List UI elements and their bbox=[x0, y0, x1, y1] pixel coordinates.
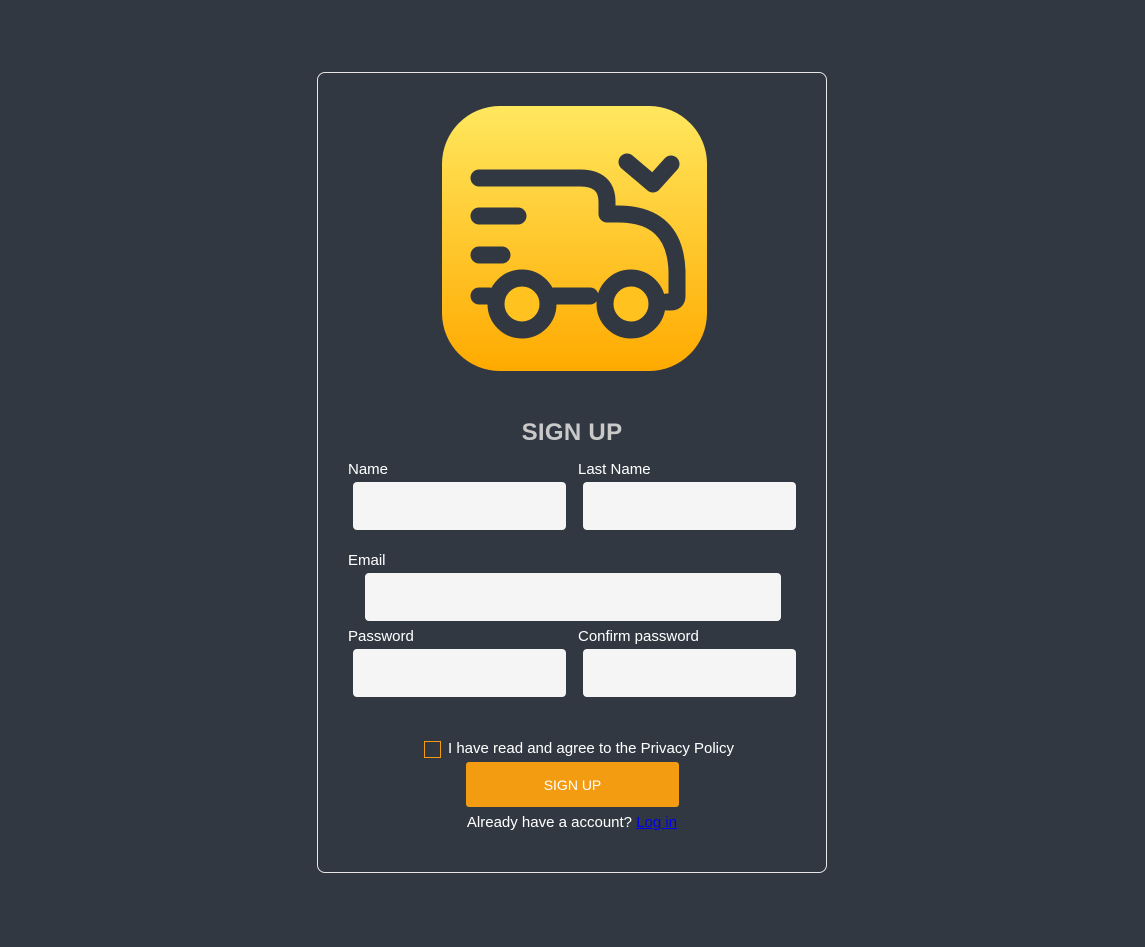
login-link[interactable]: Log in bbox=[636, 814, 677, 831]
last-name-input[interactable] bbox=[583, 482, 796, 530]
email-label: Email bbox=[348, 552, 386, 569]
name-input[interactable] bbox=[353, 482, 566, 530]
sign-up-button[interactable]: SIGN UP bbox=[466, 762, 679, 807]
signup-card: SIGN UP Name Last Name Email Password Co… bbox=[317, 72, 827, 873]
last-name-label: Last Name bbox=[578, 461, 651, 478]
confirm-password-label: Confirm password bbox=[578, 628, 699, 645]
login-prompt-text: Already have a account? bbox=[466, 814, 633, 831]
password-input[interactable] bbox=[353, 649, 566, 697]
delivery-truck-icon bbox=[442, 106, 707, 371]
privacy-agreement: I have read and agree to the Privacy Pol… bbox=[424, 738, 734, 758]
page-title: SIGN UP bbox=[521, 419, 623, 446]
name-label: Name bbox=[348, 461, 389, 478]
email-input[interactable] bbox=[365, 573, 781, 621]
login-prompt: Already have a account? Log in bbox=[318, 814, 826, 831]
privacy-checkbox[interactable] bbox=[424, 740, 441, 758]
confirm-password-input[interactable] bbox=[583, 649, 796, 697]
password-label: Password bbox=[348, 628, 414, 645]
privacy-agreement-label: I have read and agree to the Privacy Pol… bbox=[448, 739, 734, 757]
